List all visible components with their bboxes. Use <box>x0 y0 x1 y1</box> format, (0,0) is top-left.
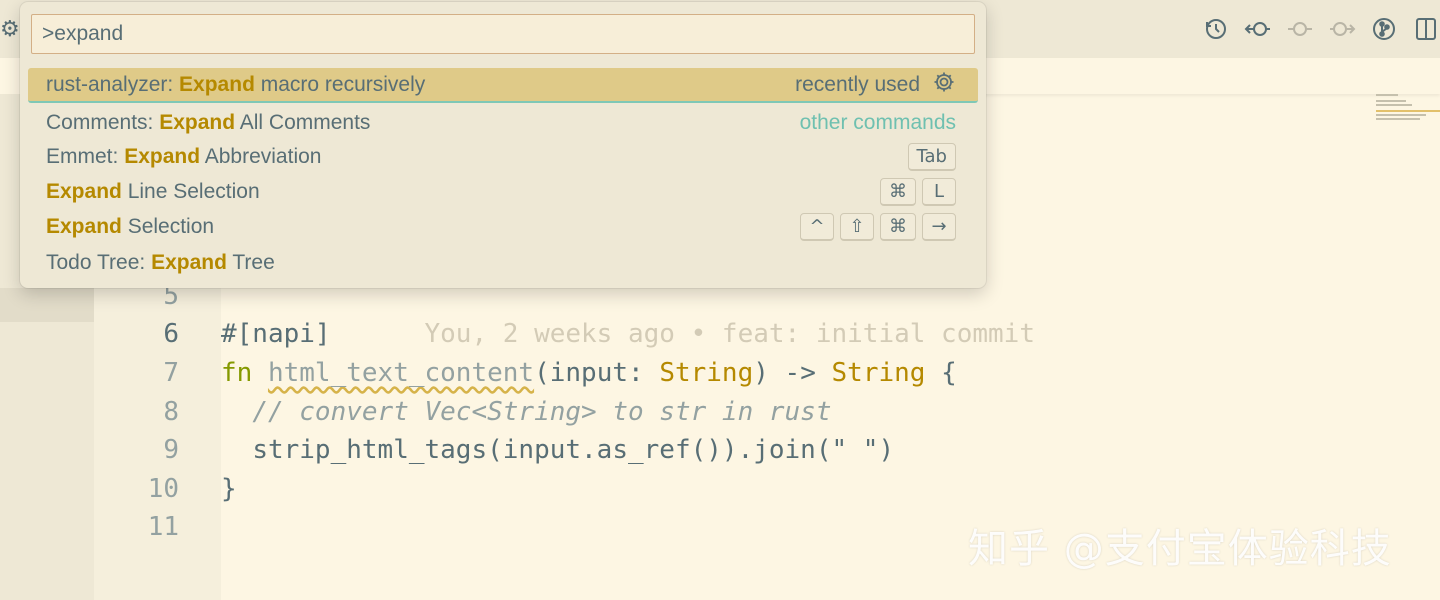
keybinding-key: L <box>922 177 956 206</box>
code-line-9[interactable]: strip_html_tags(input.as_ref()).join(" "… <box>221 435 894 465</box>
string-literal: " " <box>831 435 879 465</box>
code-line-10[interactable]: } <box>221 474 237 504</box>
history-icon[interactable] <box>1202 15 1230 43</box>
close-paren: ) <box>878 435 895 465</box>
command-label: rust-analyzer: Expand macro recursively <box>46 72 426 96</box>
line-number: 10 <box>147 474 179 504</box>
function-call: strip_html_tags(input.as_ref()).join( <box>252 435 832 465</box>
type-name: String <box>659 358 754 388</box>
git-graph-icon[interactable] <box>1370 15 1398 43</box>
command-label: Emmet: Expand Abbreviation <box>46 144 322 168</box>
keybinding-key: → <box>922 212 956 241</box>
command-item[interactable]: Expand Selection ^ ⇧ ⌘ → <box>28 209 978 244</box>
command-label: Comments: Expand All Comments <box>46 110 371 134</box>
keyword: fn <box>221 358 253 388</box>
sidebar-selected-item[interactable] <box>0 288 94 322</box>
code-line-8[interactable]: // convert Vec<String> to str in rust <box>221 397 832 427</box>
editor-actions <box>1188 14 1440 44</box>
open-brace: { <box>925 358 957 388</box>
params-open: (input: <box>534 358 660 388</box>
match-highlight: Expand <box>159 110 236 134</box>
line-number-current: 6 <box>163 319 179 349</box>
keybinding-key: ⌘ <box>880 177 916 206</box>
line-number: 11 <box>147 512 179 542</box>
function-name: html_text_content <box>267 358 535 388</box>
code-line-6[interactable]: #[napi] You, 2 weeks ago • feat: initial… <box>221 319 1035 349</box>
go-forward-icon[interactable] <box>1328 15 1356 43</box>
command-label: Todo Tree: Expand Tree <box>46 250 275 274</box>
keybinding-key: ⇧ <box>840 212 874 241</box>
keybinding-key: Tab <box>907 142 956 171</box>
split-editor-icon[interactable] <box>1412 15 1440 43</box>
git-blame-annotation: You, 2 weeks ago • feat: initial commit <box>424 319 1035 349</box>
go-back-icon[interactable] <box>1244 15 1272 43</box>
return-type: String <box>831 358 926 388</box>
gear-icon[interactable] <box>932 70 956 100</box>
recently-used-tag: recently used <box>795 72 920 96</box>
command-label: Expand Line Selection <box>46 179 260 203</box>
close-brace: } <box>221 474 237 504</box>
code-comment: // convert Vec<String> to str in rust <box>252 397 832 427</box>
attribute: #[napi] <box>221 319 331 349</box>
match-highlight: Expand <box>179 72 255 96</box>
command-palette: >expand rust-analyzer: Expand macro recu… <box>20 2 986 288</box>
command-item[interactable]: Expand Line Selection ⌘ L <box>28 174 978 209</box>
command-label: Expand Selection <box>46 214 215 238</box>
line-number: 7 <box>163 358 179 388</box>
match-highlight: Expand <box>151 250 227 274</box>
return-arrow: ) -> <box>753 358 832 388</box>
match-highlight: Expand <box>46 214 122 238</box>
command-item[interactable]: Todo Tree: Expand Tree <box>28 245 978 280</box>
minimap[interactable] <box>1372 92 1440 132</box>
keybinding-key: ⌘ <box>880 212 916 241</box>
line-number: 9 <box>163 435 179 465</box>
line-number: 8 <box>163 397 179 427</box>
match-highlight: Expand <box>46 179 122 203</box>
other-commands-tag: other commands <box>799 110 956 134</box>
code-line-7[interactable]: fn html_text_content(input: String) -> S… <box>221 358 957 388</box>
match-highlight: Expand <box>124 144 201 168</box>
command-item[interactable]: Emmet: Expand Abbreviation Tab <box>28 139 978 174</box>
watermark: 知乎 @支付宝体验科技 <box>968 526 1392 572</box>
commit-icon[interactable] <box>1286 15 1314 43</box>
keybinding-key: ^ <box>800 212 834 241</box>
command-palette-input[interactable]: >expand <box>31 14 975 54</box>
command-item-selected[interactable]: rust-analyzer: Expand macro recursively … <box>28 68 978 103</box>
command-item[interactable]: Comments: Expand All Comments other comm… <box>28 105 978 140</box>
